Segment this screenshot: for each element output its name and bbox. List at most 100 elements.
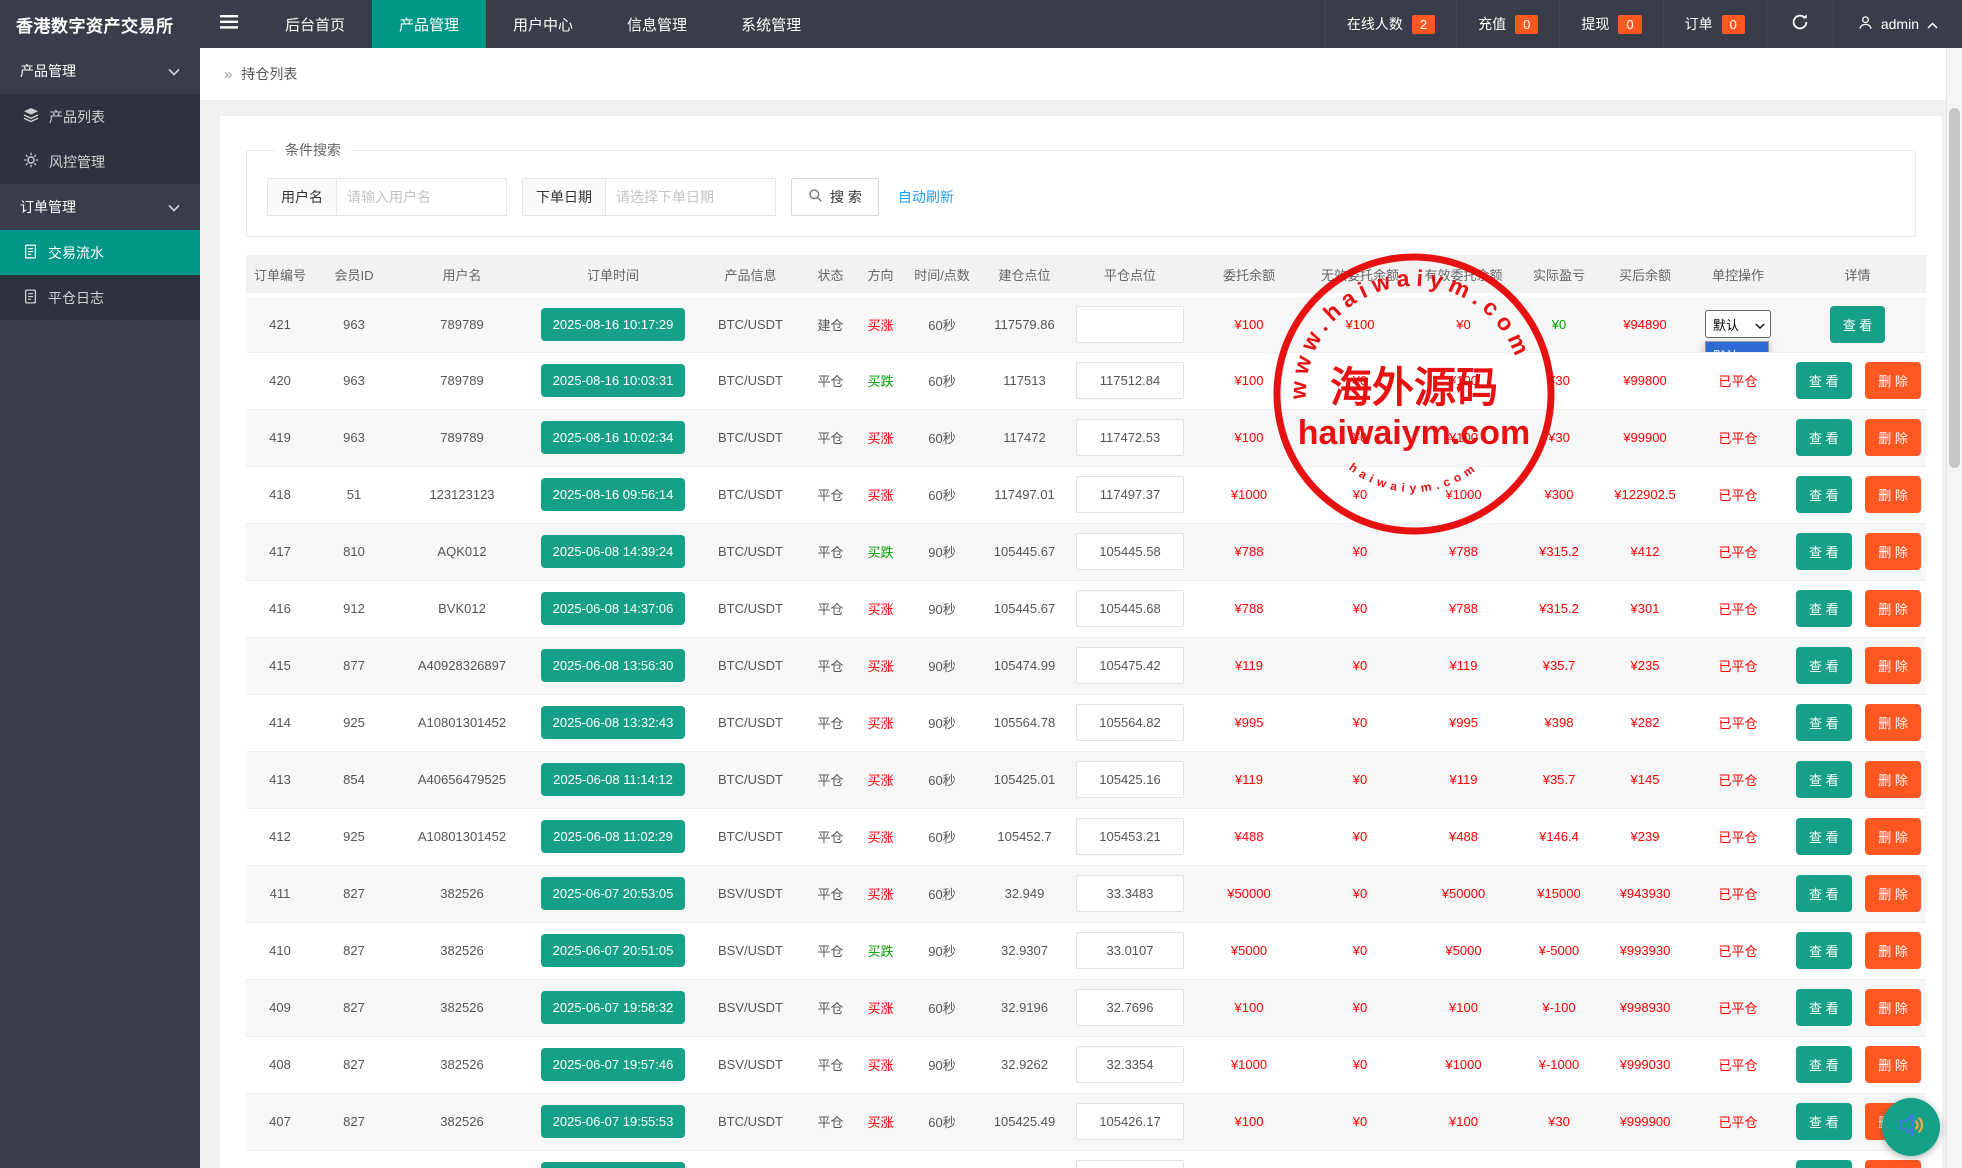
view-button[interactable]: 查 看 — [1796, 476, 1852, 513]
delete-button[interactable]: 删 除 — [1865, 647, 1921, 684]
view-button[interactable]: 查 看 — [1796, 704, 1852, 741]
nav-item-products[interactable]: 产品管理 — [372, 0, 486, 48]
delete-button[interactable]: 删 除 — [1865, 476, 1921, 513]
order-time-button[interactable]: 2025-06-07 20:53:05 — [541, 877, 686, 910]
view-button[interactable]: 查 看 — [1796, 932, 1852, 969]
view-button[interactable]: 查 看 — [1796, 647, 1852, 684]
view-button[interactable]: 查 看 — [1796, 875, 1852, 912]
product: BSV/USDT — [696, 865, 805, 922]
order-date-input[interactable] — [606, 178, 776, 216]
view-button[interactable]: 查 看 — [1796, 362, 1852, 399]
view-button[interactable]: 查 看 — [1830, 306, 1886, 343]
close-point-input[interactable] — [1076, 419, 1184, 456]
order-time-button[interactable]: 2025-06-07 18:37:07 — [541, 1162, 686, 1168]
admin-menu[interactable]: admin — [1833, 0, 1962, 48]
delete-button[interactable]: 删 除 — [1865, 1160, 1921, 1168]
view-button[interactable]: 查 看 — [1796, 1103, 1852, 1140]
order-time-button[interactable]: 2025-06-08 13:56:30 — [541, 649, 686, 682]
order-time-button[interactable]: 2025-06-08 13:32:43 — [541, 706, 686, 739]
control-select[interactable]: 默认 — [1705, 310, 1771, 338]
delete-button[interactable]: 删 除 — [1865, 932, 1921, 969]
close-point-input[interactable] — [1076, 818, 1184, 855]
stat-recharge[interactable]: 充值 0 — [1456, 0, 1559, 48]
order-time-button[interactable]: 2025-08-16 10:03:31 — [541, 364, 686, 397]
order-id: 412 — [246, 808, 314, 865]
order-time-button[interactable]: 2025-08-16 10:17:29 — [541, 308, 686, 341]
delete-button[interactable]: 删 除 — [1865, 818, 1921, 855]
view-button[interactable]: 查 看 — [1796, 1160, 1852, 1168]
view-button[interactable]: 查 看 — [1796, 533, 1852, 570]
sidebar-group-products[interactable]: 产品管理 — [0, 48, 200, 94]
close-point-input[interactable] — [1076, 1103, 1184, 1140]
order-time-button[interactable]: 2025-06-08 11:14:12 — [541, 763, 685, 796]
nav-item-home[interactable]: 后台首页 — [258, 0, 372, 48]
table-row: 411 827 382526 2025-06-07 20:53:05 BSV/U… — [246, 865, 1926, 922]
close-point-input[interactable] — [1076, 1160, 1184, 1168]
view-button[interactable]: 查 看 — [1796, 590, 1852, 627]
stat-orders[interactable]: 订单 0 — [1663, 0, 1766, 48]
order-time-button[interactable]: 2025-06-07 19:57:46 — [541, 1048, 686, 1081]
close-point-input[interactable] — [1076, 932, 1184, 969]
order-time-button[interactable]: 2025-06-08 14:37:06 — [541, 592, 686, 625]
delete-button[interactable]: 删 除 — [1865, 590, 1921, 627]
scrollbar-thumb[interactable] — [1949, 108, 1960, 468]
delete-button[interactable]: 删 除 — [1865, 419, 1921, 456]
username-input[interactable] — [337, 178, 507, 216]
close-point-input[interactable] — [1076, 704, 1184, 741]
close-point-input[interactable] — [1076, 989, 1184, 1026]
member-id: 854 — [314, 751, 394, 808]
view-button[interactable]: 查 看 — [1796, 818, 1852, 855]
order-time-button[interactable]: 2025-06-07 19:58:32 — [541, 991, 686, 1024]
nav-item-system[interactable]: 系统管理 — [714, 0, 828, 48]
close-point-input[interactable] — [1076, 476, 1184, 513]
auto-refresh-link[interactable]: 自动刷新 — [898, 187, 954, 207]
order-time-button[interactable]: 2025-08-16 10:02:34 — [541, 421, 686, 454]
nav-item-users[interactable]: 用户中心 — [486, 0, 600, 48]
delete-button[interactable]: 删 除 — [1865, 533, 1921, 570]
nav-item-info[interactable]: 信息管理 — [600, 0, 714, 48]
order-time-button[interactable]: 2025-06-08 11:02:29 — [541, 820, 685, 853]
close-point-input[interactable] — [1076, 306, 1184, 343]
sidebar-item-product-list[interactable]: 产品列表 — [0, 94, 200, 139]
view-button[interactable]: 查 看 — [1796, 1046, 1852, 1083]
delete-button[interactable]: 删 除 — [1865, 362, 1921, 399]
delete-button[interactable]: 删 除 — [1865, 875, 1921, 912]
close-point-input[interactable] — [1076, 761, 1184, 798]
order-time-button[interactable]: 2025-06-07 20:51:05 — [541, 934, 686, 967]
close-point-input[interactable] — [1076, 533, 1184, 570]
stat-withdraw[interactable]: 提现 0 — [1559, 0, 1662, 48]
delete-button[interactable]: 删 除 — [1865, 1046, 1921, 1083]
menu-toggle-button[interactable] — [200, 0, 258, 48]
sidebar-item-close-log[interactable]: 平仓日志 — [0, 275, 200, 320]
order-id: 411 — [246, 865, 314, 922]
duration: 60秒 — [905, 865, 979, 922]
audio-toggle-button[interactable] — [1882, 1098, 1940, 1156]
refresh-button[interactable] — [1766, 0, 1833, 48]
delete-button[interactable]: 删 除 — [1865, 761, 1921, 798]
sidebar-item-trade-flow[interactable]: 交易流水 — [0, 230, 200, 275]
sidebar-item-risk-control[interactable]: 风控管理 — [0, 139, 200, 184]
order-time-button[interactable]: 2025-06-08 14:39:24 — [541, 535, 686, 568]
close-point-input[interactable] — [1076, 362, 1184, 399]
search-button[interactable]: 搜 索 — [791, 178, 879, 216]
control-option[interactable]: 默认 — [1706, 342, 1768, 352]
order-time-button[interactable]: 2025-08-16 09:56:14 — [541, 478, 686, 511]
col-close-point: 平仓点位 — [1070, 255, 1190, 295]
invalid-entrust-balance: ¥0 — [1308, 1150, 1412, 1168]
status: 平仓 — [805, 751, 856, 808]
sidebar-group-orders[interactable]: 订单管理 — [0, 184, 200, 230]
close-point-input[interactable] — [1076, 875, 1184, 912]
username: 382526 — [394, 922, 530, 979]
close-point-input[interactable] — [1076, 590, 1184, 627]
close-point-input[interactable] — [1076, 647, 1184, 684]
view-button[interactable]: 查 看 — [1796, 989, 1852, 1026]
delete-button[interactable]: 删 除 — [1865, 704, 1921, 741]
page-scrollbar[interactable] — [1946, 48, 1962, 1168]
view-button[interactable]: 查 看 — [1796, 419, 1852, 456]
view-button[interactable]: 查 看 — [1796, 761, 1852, 798]
order-time-button[interactable]: 2025-06-07 19:55:53 — [541, 1105, 686, 1138]
close-point-input[interactable] — [1076, 1046, 1184, 1083]
delete-button[interactable]: 删 除 — [1865, 989, 1921, 1026]
stat-online[interactable]: 在线人数 2 — [1325, 0, 1456, 48]
gear-icon — [23, 152, 39, 171]
